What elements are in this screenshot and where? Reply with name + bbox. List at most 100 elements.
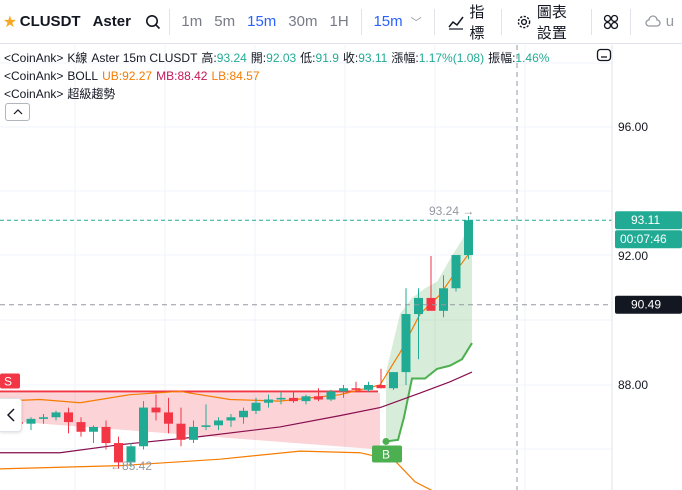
candle [326,389,336,402]
price-axis-label: 88.00 [618,378,648,392]
supertrend-down-fill [0,393,380,450]
high-marker-label: 93.24 → [429,204,474,218]
toolbar-separator [591,8,593,35]
exchange-name[interactable]: Aster [93,13,131,30]
chart-legend: <CoinAnk> K線 Aster 15m CLUSDT 高:93.24 開:… [4,49,549,103]
candle [464,216,473,260]
legend-kline[interactable]: <CoinAnk> K線 Aster 15m CLUSDT 高:93.24 開:… [4,49,549,67]
candle-body [289,397,298,402]
price-chart[interactable]: 93.24 → ←85.42 S B 96.00 92.00 88.00 93.11 00:0… [0,45,682,490]
legend-ub-value: 92.27 [122,69,153,83]
interval-30m[interactable]: 30m [282,13,323,30]
candle-body [39,417,48,419]
interval-5m[interactable]: 5m [208,13,241,30]
candle-body [439,288,448,311]
candle-body [89,426,98,432]
legend-source: <CoinAnk> [4,69,64,83]
chevron-up-icon [13,109,22,115]
cloud-icon [645,14,661,27]
chart-settings-button[interactable]: 圖表設置 [508,1,585,43]
legend-ub-label: UB: [102,69,123,83]
chart-toolbar: ★ CLUSDT Aster 1m 5m 15m 30m 1H 15m ﹀ 指標… [0,0,682,44]
buy-signal-dot [382,437,390,445]
toolbar-separator [360,8,362,35]
candle-body [251,402,261,411]
candle-body [389,372,398,389]
indicators-label: 指標 [469,3,485,42]
candle [389,372,398,390]
legend-amp-value: 1.46% [515,51,550,65]
indicators-button[interactable]: 指標 [440,1,495,43]
candle-body [464,220,473,256]
candle-body [201,425,211,427]
cloud-button[interactable]: u [637,13,682,30]
candle-body [176,423,186,440]
sell-signal-label: S [4,374,12,388]
cloud-label: u [665,13,675,30]
legend-close-value: 93.11 [358,51,388,65]
screenshot-icon[interactable] [596,47,612,63]
last-price-label: 93.11 [631,213,660,227]
legend-kline-name: K線 [67,51,88,65]
price-axis-label: 96.00 [618,120,648,134]
candle-body [64,412,73,423]
interval-dropdown[interactable]: 15m [367,13,408,30]
legend-low-value: 91.9 [315,51,339,65]
legend-source: <CoinAnk> [4,51,64,65]
legend-open-value: 92.03 [266,51,297,65]
legend-lb-value: 84.57 [229,69,260,83]
candle [364,381,373,392]
candle [451,255,461,292]
candle-body [139,407,148,447]
legend-mb-label: MB: [156,69,178,83]
legend-collapse-button[interactable] [5,103,30,121]
legend-boll[interactable]: <CoinAnk> BOLL UB:92.27 MB:88.42 LB:84.5… [4,67,549,85]
candle-body [314,396,323,400]
search-icon[interactable] [143,0,163,44]
candle-body [351,388,361,390]
interval-1m[interactable]: 1m [175,13,208,30]
collapse-sidebar-button[interactable] [0,398,22,432]
favorite-star-icon[interactable]: ★ [0,12,20,32]
candle-body [414,297,423,315]
legend-supertrend[interactable]: <CoinAnk> 超級趨勢 [4,85,549,103]
candle-body [364,385,373,390]
chevron-left-icon [6,408,15,422]
candle-body [339,388,348,392]
candle-body [326,391,336,400]
crosshair-price-label: 90.49 [631,298,661,312]
candle [139,401,148,450]
symbol-name[interactable]: CLUSDT [20,13,81,30]
legend-kline-desc: Aster 15m CLUSDT [91,51,198,65]
candle-body [214,420,223,426]
candle-body [401,314,411,373]
legend-supertrend-name: 超級趨勢 [67,87,116,101]
chart-settings-label: 圖表設置 [536,3,567,42]
candle [89,425,98,444]
toolbar-separator [629,8,631,35]
candle-body [51,412,61,418]
price-axis: 96.00 92.00 88.00 93.11 00:07:46 90.49 [611,45,682,490]
legend-open-label: 開: [250,51,267,65]
toolbar-separator [501,8,502,35]
low-marker-label: ←85.42 [110,459,152,473]
buy-signal-label: B [382,447,390,461]
candle [26,417,36,431]
candle-body [164,412,173,424]
toolbar-separator [168,8,170,35]
chevron-down-icon[interactable]: ﹀ [411,14,422,30]
candle-body [26,418,36,424]
candle-body [301,396,311,402]
interval-15m[interactable]: 15m [241,13,282,30]
layout-grid-icon[interactable] [598,0,624,44]
gear-icon [517,15,531,28]
candle-body [76,422,86,432]
indicators-icon [448,16,464,30]
legend-lb-label: LB: [211,69,230,83]
legend-source: <CoinAnk> [4,87,64,101]
legend-high-value: 93.24 [216,51,247,65]
candle-body [226,417,236,421]
interval-1h[interactable]: 1H [323,13,354,30]
candle-body [276,397,286,400]
legend-close-label: 收: [342,51,359,65]
